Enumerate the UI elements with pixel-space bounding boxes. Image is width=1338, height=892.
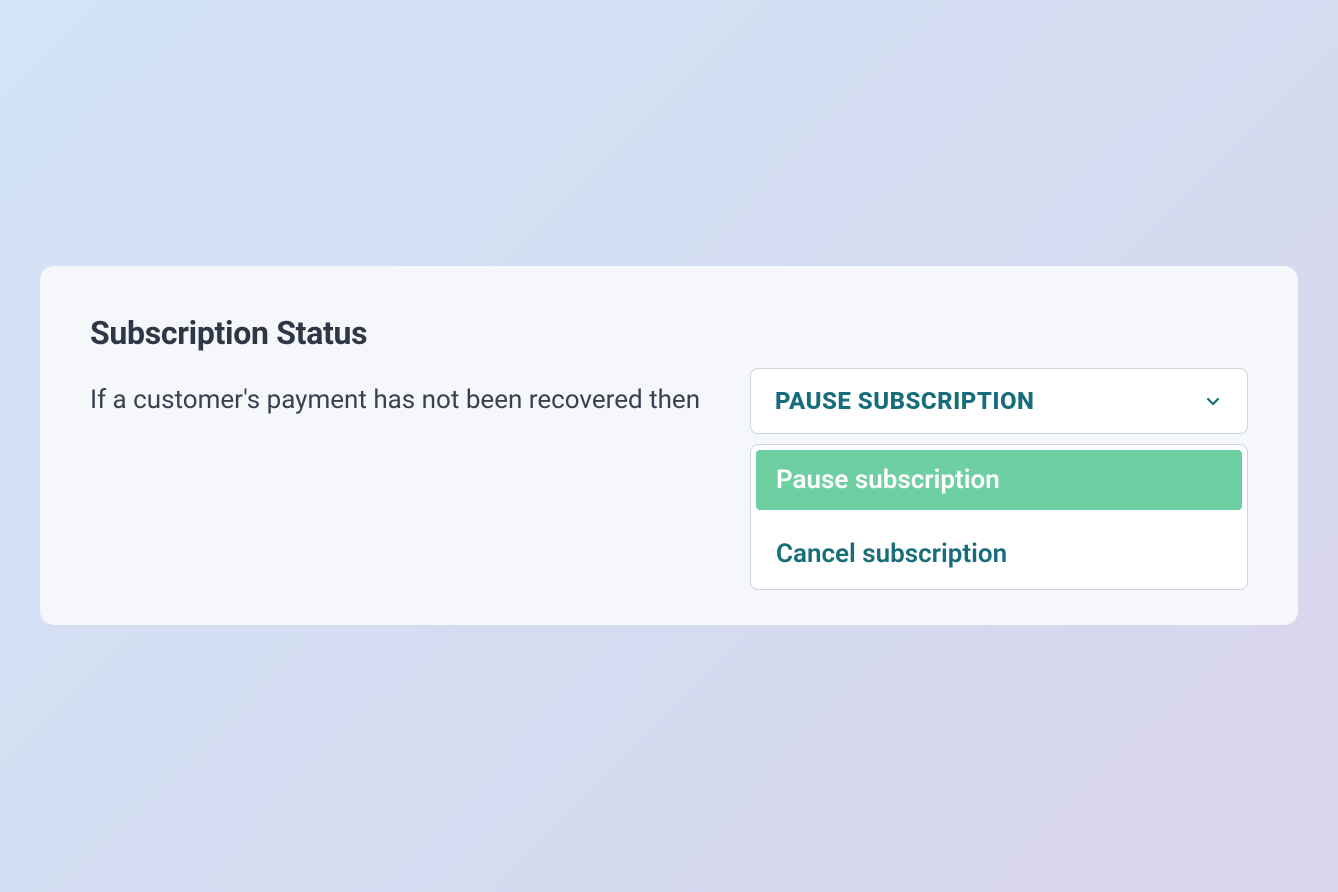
subscription-status-card: Subscription Status If a customer's paym… <box>40 266 1298 625</box>
chevron-down-icon <box>1203 391 1223 411</box>
subscription-action-dropdown: Pause subscription Cancel subscription <box>750 444 1248 590</box>
subscription-action-select-wrap: PAUSE SUBSCRIPTION Pause subscription Ca… <box>750 368 1248 434</box>
dropdown-option-pause[interactable]: Pause subscription <box>756 450 1242 510</box>
description-text: If a customer's payment has not been rec… <box>90 368 700 420</box>
dropdown-option-cancel[interactable]: Cancel subscription <box>756 524 1242 584</box>
section-title: Subscription Status <box>90 314 1248 352</box>
settings-row: If a customer's payment has not been rec… <box>90 368 1248 434</box>
select-current-value: PAUSE SUBSCRIPTION <box>775 387 1034 415</box>
subscription-action-select[interactable]: PAUSE SUBSCRIPTION <box>750 368 1248 434</box>
